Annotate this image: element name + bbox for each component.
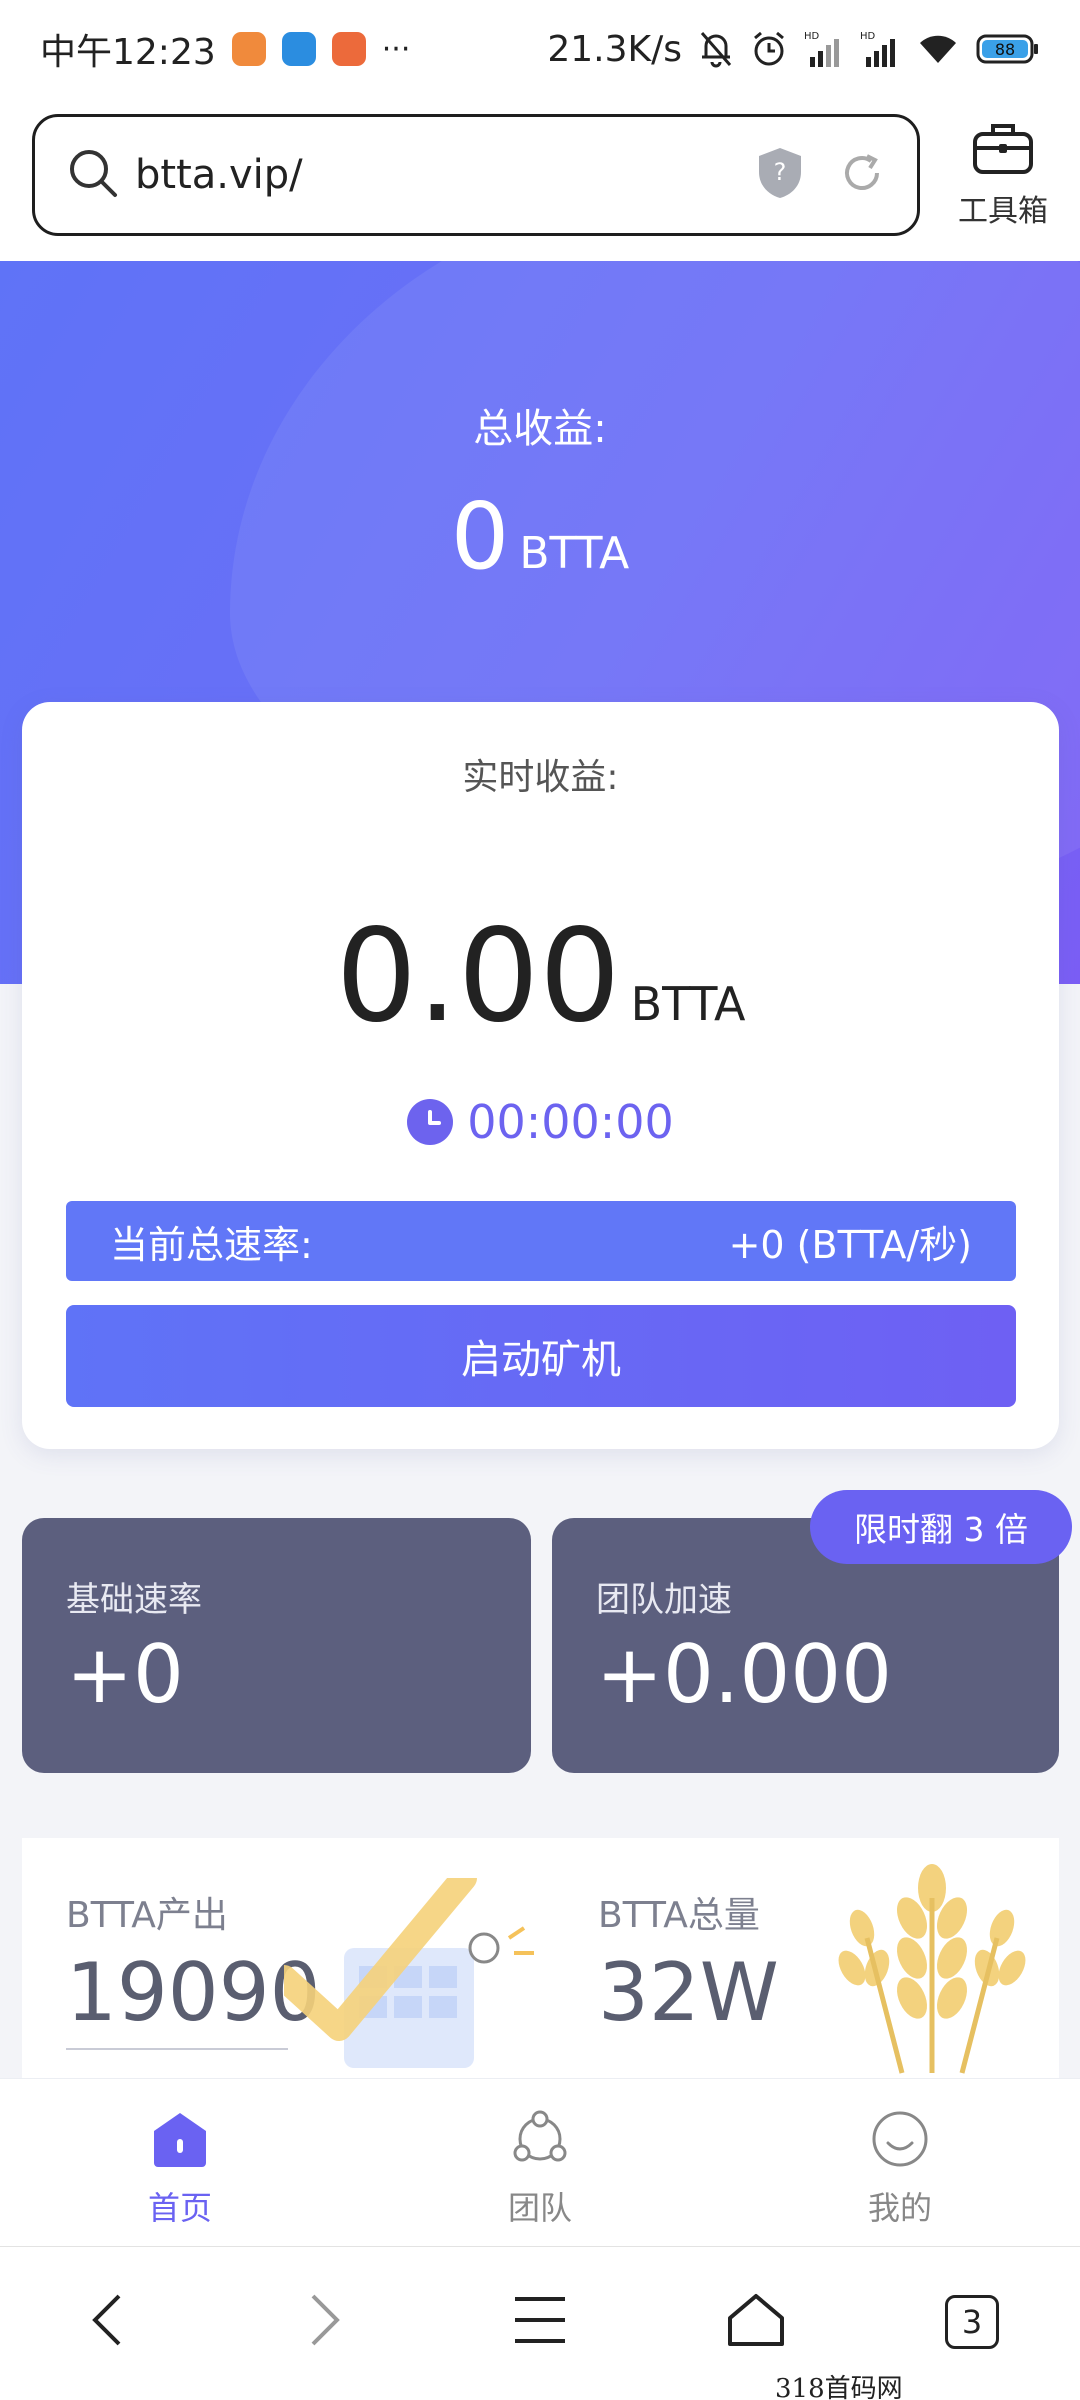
info-panel: BTTA产出 19090 BTTA总量 32W	[22, 1838, 1059, 2078]
rate-label: 当前总速率:	[110, 1222, 313, 1267]
realtime-value: 0.00 BTTA	[22, 902, 1059, 1051]
toolbox-button[interactable]: 工具箱	[948, 120, 1058, 230]
output-label: BTTA产出	[66, 1895, 228, 1936]
smile-icon	[870, 2109, 930, 2173]
promo-badge[interactable]: 限时翻 3 倍	[810, 1490, 1072, 1564]
realtime-earnings-card: 实时收益: 0.00 BTTA 00:00:00 当前总速率: +0 (BTTA/…	[22, 702, 1059, 1449]
total-earnings-number: 0	[450, 483, 510, 590]
back-button[interactable]	[62, 2277, 152, 2367]
start-miner-button[interactable]: 启动矿机	[66, 1305, 1016, 1407]
nav-me[interactable]: 我的	[720, 2079, 1080, 2246]
nav-team-label: 团队	[507, 2189, 572, 2227]
toolbox-label: 工具箱	[958, 194, 1048, 229]
timer-text: 00:00:00	[467, 1095, 674, 1149]
battery-icon: 88	[976, 32, 1040, 66]
refresh-icon[interactable]	[837, 148, 887, 202]
signal-icon-1: HD	[804, 29, 844, 69]
security-shield-icon[interactable]: ?	[757, 146, 803, 204]
total-earnings-title: 总收益:	[473, 406, 607, 452]
base-rate-card: 基础速率 +0	[22, 1518, 531, 1773]
signal-icon-2: HD	[860, 29, 900, 69]
tabs-button[interactable]: 3	[927, 2277, 1017, 2367]
chevron-right-icon	[305, 2290, 345, 2354]
menu-icon	[513, 2295, 567, 2349]
tab-count: 3	[945, 2295, 999, 2349]
signal-hd-1: HD	[804, 31, 820, 42]
browser-app-icon	[281, 32, 316, 66]
address-bar[interactable]: btta.vip/ ?	[32, 114, 920, 236]
store-app-icon	[331, 32, 366, 66]
watermark-text: 318首码网 www.E318.com	[775, 2374, 903, 2400]
search-icon	[65, 145, 121, 205]
nav-me-label: 我的	[867, 2189, 932, 2227]
house-icon	[726, 2292, 786, 2352]
status-left: 中午12:23 ···	[40, 23, 410, 75]
realtime-title: 实时收益:	[462, 757, 619, 798]
battery-level: 88	[995, 40, 1015, 59]
base-rate-value: +0	[66, 1628, 184, 1721]
browser-bar: btta.vip/ ? 工具箱	[0, 98, 1080, 261]
uc-app-icon	[231, 32, 266, 66]
clock-icon	[407, 1099, 454, 1145]
nav-home[interactable]: 首页	[0, 2079, 360, 2246]
base-rate-label: 基础速率	[66, 1580, 202, 1620]
status-bar: 中午12:23 ··· 21.3K/s HD HD 88	[0, 0, 1080, 98]
rate-value: +0 (BTTA/秒)	[728, 1222, 972, 1267]
wheat-illustration	[832, 1858, 1032, 2078]
briefcase-icon	[971, 120, 1035, 180]
home-page-button[interactable]	[711, 2277, 801, 2367]
status-time: 中午12:23	[40, 32, 216, 73]
wifi-icon	[916, 31, 960, 67]
total-supply-label: BTTA总量	[598, 1895, 760, 1936]
realtime-number: 0.00	[335, 902, 621, 1051]
home-icon	[150, 2109, 210, 2173]
nav-home-label: 首页	[147, 2189, 212, 2227]
app-bottom-nav: 首页 团队 我的	[0, 2078, 1080, 2246]
realtime-unit: BTTA	[630, 977, 746, 1031]
forward-button[interactable]	[280, 2277, 370, 2367]
team-boost-value: +0.000	[596, 1628, 893, 1721]
total-supply-value: 32W	[598, 1946, 779, 2039]
nav-team[interactable]: 团队	[360, 2079, 720, 2246]
calendar-check-illustration	[271, 1865, 544, 2078]
menu-button[interactable]	[495, 2277, 585, 2367]
bell-muted-icon	[698, 29, 734, 69]
svg-text:?: ?	[774, 158, 787, 186]
team-icon	[510, 2109, 570, 2173]
output-underline	[66, 2048, 288, 2050]
total-earnings-value: 0 BTTA	[0, 483, 1080, 590]
total-earnings-unit: BTTA	[519, 528, 630, 579]
output-value: 19090	[66, 1946, 321, 2039]
signal-hd-2: HD	[860, 31, 876, 42]
mining-timer: 00:00:00	[22, 1095, 1059, 1149]
status-right: 21.3K/s HD HD 88	[547, 29, 1040, 70]
more-notifications: ···	[381, 31, 411, 67]
chevron-left-icon	[87, 2290, 127, 2354]
total-rate-bar: 当前总速率: +0 (BTTA/秒)	[66, 1201, 1016, 1281]
alarm-icon	[750, 30, 788, 68]
url-text[interactable]: btta.vip/	[135, 152, 757, 198]
network-speed: 21.3K/s	[547, 28, 682, 70]
team-boost-label: 团队加速	[596, 1580, 732, 1620]
